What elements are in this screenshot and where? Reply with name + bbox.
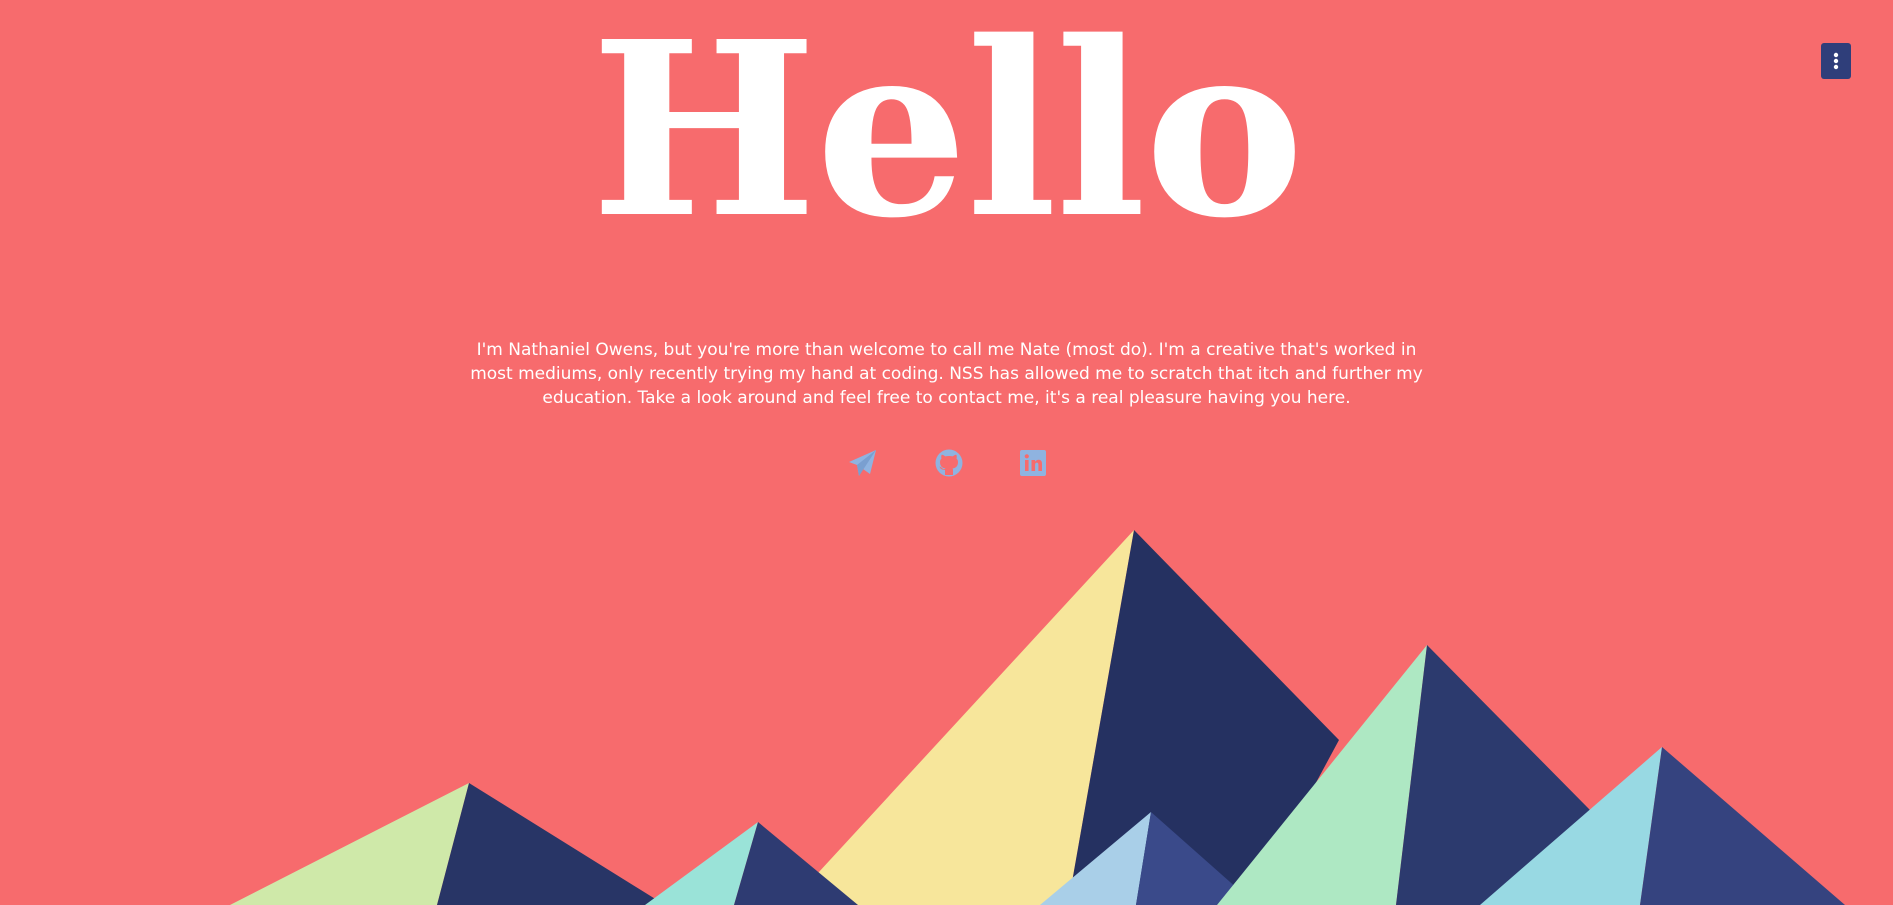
mountain-illustration	[230, 530, 1845, 905]
mountain-tall-center	[802, 530, 1339, 905]
mountain-small-left	[230, 783, 665, 905]
mountain-small-teal	[645, 822, 858, 905]
